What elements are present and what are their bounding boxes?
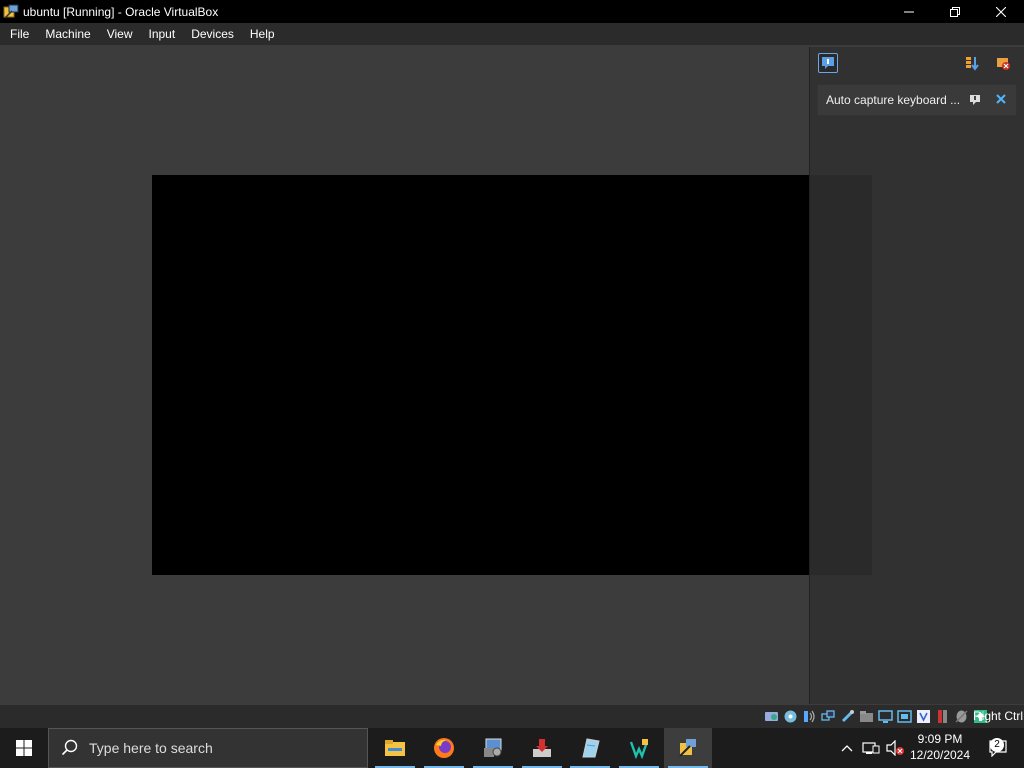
search-placeholder: Type here to search [89,740,213,756]
minimize-button[interactable] [886,0,932,23]
start-button[interactable] [0,728,48,768]
notification-item[interactable]: Auto capture keyboard ... [817,84,1017,116]
usb-icon[interactable] [839,708,856,725]
notification-toolbar [810,47,1024,81]
virtualbox-app-icon[interactable] [3,4,19,20]
vm-screen[interactable] [152,175,872,575]
audio-icon[interactable] [801,708,818,725]
notification-text: Auto capture keyboard ... [826,93,961,107]
control-panel-icon[interactable] [469,728,517,768]
notification-center: Auto capture keyboard ... [809,47,1024,704]
notification-close-button[interactable] [994,93,1008,107]
restore-button[interactable] [932,0,978,23]
menu-view[interactable]: View [97,23,139,45]
display-icon[interactable] [877,708,894,725]
window-controls [886,0,1024,23]
virtualbox-icon[interactable] [664,728,712,768]
menu-input[interactable]: Input [139,23,182,45]
vt-x-icon[interactable] [915,708,932,725]
notification-center-toggle[interactable] [818,53,838,73]
notification-help-button[interactable] [968,93,982,107]
sort-icon [966,57,979,71]
notification-count-badge: 2 [990,738,1004,752]
chevron-up-icon [841,745,853,752]
taskbar-search-box[interactable]: Type here to search [48,728,368,768]
message-icon [822,57,834,69]
network-tray-icon[interactable] [861,728,881,768]
window-title: ubuntu [Running] - Oracle VirtualBox [23,4,219,19]
clock-time: 9:09 PM [917,732,963,746]
title-bar[interactable]: ubuntu [Running] - Oracle VirtualBox [0,0,1024,23]
virtualbox-window: ubuntu [Running] - Oracle VirtualBox Fil… [0,0,1024,768]
taskbar: Type here to search 9:09 PM 12/20/2024 2 [0,728,1024,768]
hard-disk-icon[interactable] [763,708,780,725]
shared-folders-icon[interactable] [858,708,875,725]
menu-help[interactable]: Help [240,23,281,45]
notepad-icon[interactable] [566,728,614,768]
show-hidden-icons-button[interactable] [838,728,856,768]
vscode-icon[interactable] [615,728,663,768]
status-bar: Right Ctrl [0,705,1024,728]
help-bubble-icon [970,95,980,105]
mouse-integration-icon[interactable] [953,708,970,725]
optical-drive-icon[interactable] [782,708,799,725]
firefox-icon[interactable] [420,728,468,768]
menu-bar: File Machine View Input Devices Help [0,23,1024,45]
recording-icon[interactable] [896,708,913,725]
menu-machine[interactable]: Machine [35,23,96,45]
restore-icon [950,6,960,17]
close-button[interactable] [978,0,1024,23]
sort-notifications-button[interactable] [962,53,982,73]
clear-all-icon [997,58,1010,70]
windows-logo-icon [16,740,32,756]
minimize-icon [904,11,914,12]
host-key-label: Right Ctrl [973,709,1024,723]
taskbar-clock[interactable]: 9:09 PM 12/20/2024 [906,731,974,765]
menu-devices[interactable]: Devices [181,23,240,45]
clear-notifications-button[interactable] [993,53,1013,73]
menu-file[interactable]: File [0,23,35,45]
clock-date: 12/20/2024 [909,748,971,762]
volume-muted-icon[interactable] [884,728,906,768]
installer-icon[interactable] [518,728,566,768]
search-icon [61,739,78,756]
close-icon [996,6,1006,17]
close-icon [996,94,1006,104]
network-icon[interactable] [820,708,837,725]
status-indicators [763,708,991,725]
cpu-icon[interactable] [934,708,951,725]
file-explorer-icon[interactable] [371,728,419,768]
